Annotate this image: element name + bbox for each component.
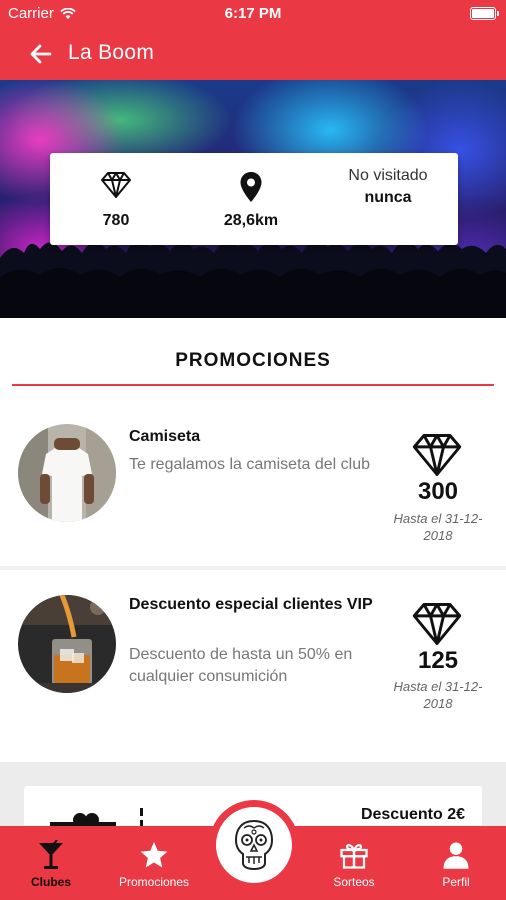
last-visit-label: No visitado [348, 167, 428, 184]
heading-divider [12, 384, 494, 386]
club-stats-card: 780 28,6km No visitado nunca [50, 153, 458, 245]
tab-label: Promociones [118, 875, 190, 889]
promotion-cost: 125 [417, 647, 459, 674]
arrow-left-icon [30, 44, 52, 64]
promotion-cost: 300 [417, 478, 459, 505]
clock: 6:17 PM [224, 5, 282, 22]
diamond-icon [412, 434, 462, 476]
user-icon [443, 842, 469, 869]
promotion-item[interactable]: Camiseta Te regalamos la camiseta del cl… [0, 396, 506, 566]
promotion-description: Descuento de hasta un 50% en cualquier c… [129, 646, 353, 685]
battery-icon [470, 7, 499, 20]
promotion-name: Camiseta [129, 428, 201, 445]
tab-perfil[interactable]: Perfil [420, 826, 492, 900]
gems-stat: 780 [70, 153, 162, 245]
promotions-heading: PROMOCIONES [175, 350, 331, 371]
promotion-name: Descuento 2€ [360, 806, 465, 823]
distance-stat: 28,6km [205, 153, 297, 245]
promotion-description: Te regalamos la camiseta del club [129, 456, 371, 473]
gems-value: 780 [102, 212, 130, 229]
promotion-valid-until: Hasta el 31-12-2018 [393, 679, 483, 711]
promotion-valid-until: Hasta el 31-12-2018 [393, 511, 483, 543]
tab-label: Sorteos [333, 875, 375, 889]
tab-promociones[interactable]: Promociones [108, 826, 200, 900]
diamond-icon [412, 603, 462, 645]
promotion-name: Descuento especial clientes VIP [129, 596, 373, 613]
tab-clubes[interactable]: Clubes [16, 826, 86, 900]
promotion-item[interactable]: Descuento especial clientes VIP Descuent… [0, 570, 506, 762]
location-pin-icon [240, 172, 262, 202]
center-scan-button[interactable] [209, 800, 299, 890]
last-visit-stat: No visitado nunca [328, 153, 448, 245]
promotions-section-header: PROMOCIONES [0, 318, 506, 396]
tab-sorteos[interactable]: Sorteos [318, 826, 390, 900]
diamond-icon [101, 172, 131, 198]
tshirt-promo-image [18, 424, 116, 522]
back-button[interactable] [26, 39, 56, 69]
tab-label: Perfil [442, 875, 470, 889]
gift-icon [340, 844, 368, 869]
star-icon [140, 841, 168, 868]
skull-icon [234, 819, 274, 871]
page-title: La Boom [68, 41, 155, 64]
distance-value: 28,6km [223, 212, 279, 229]
nav-bar: La Boom [0, 28, 506, 80]
center-button-face [216, 807, 292, 883]
whisky-promo-image [18, 595, 116, 693]
last-visit-value: nunca [364, 189, 412, 206]
cocktail-icon [39, 840, 63, 869]
tab-label: Clubes [30, 875, 71, 889]
status-bar: Carrier 6:17 PM [0, 0, 506, 28]
